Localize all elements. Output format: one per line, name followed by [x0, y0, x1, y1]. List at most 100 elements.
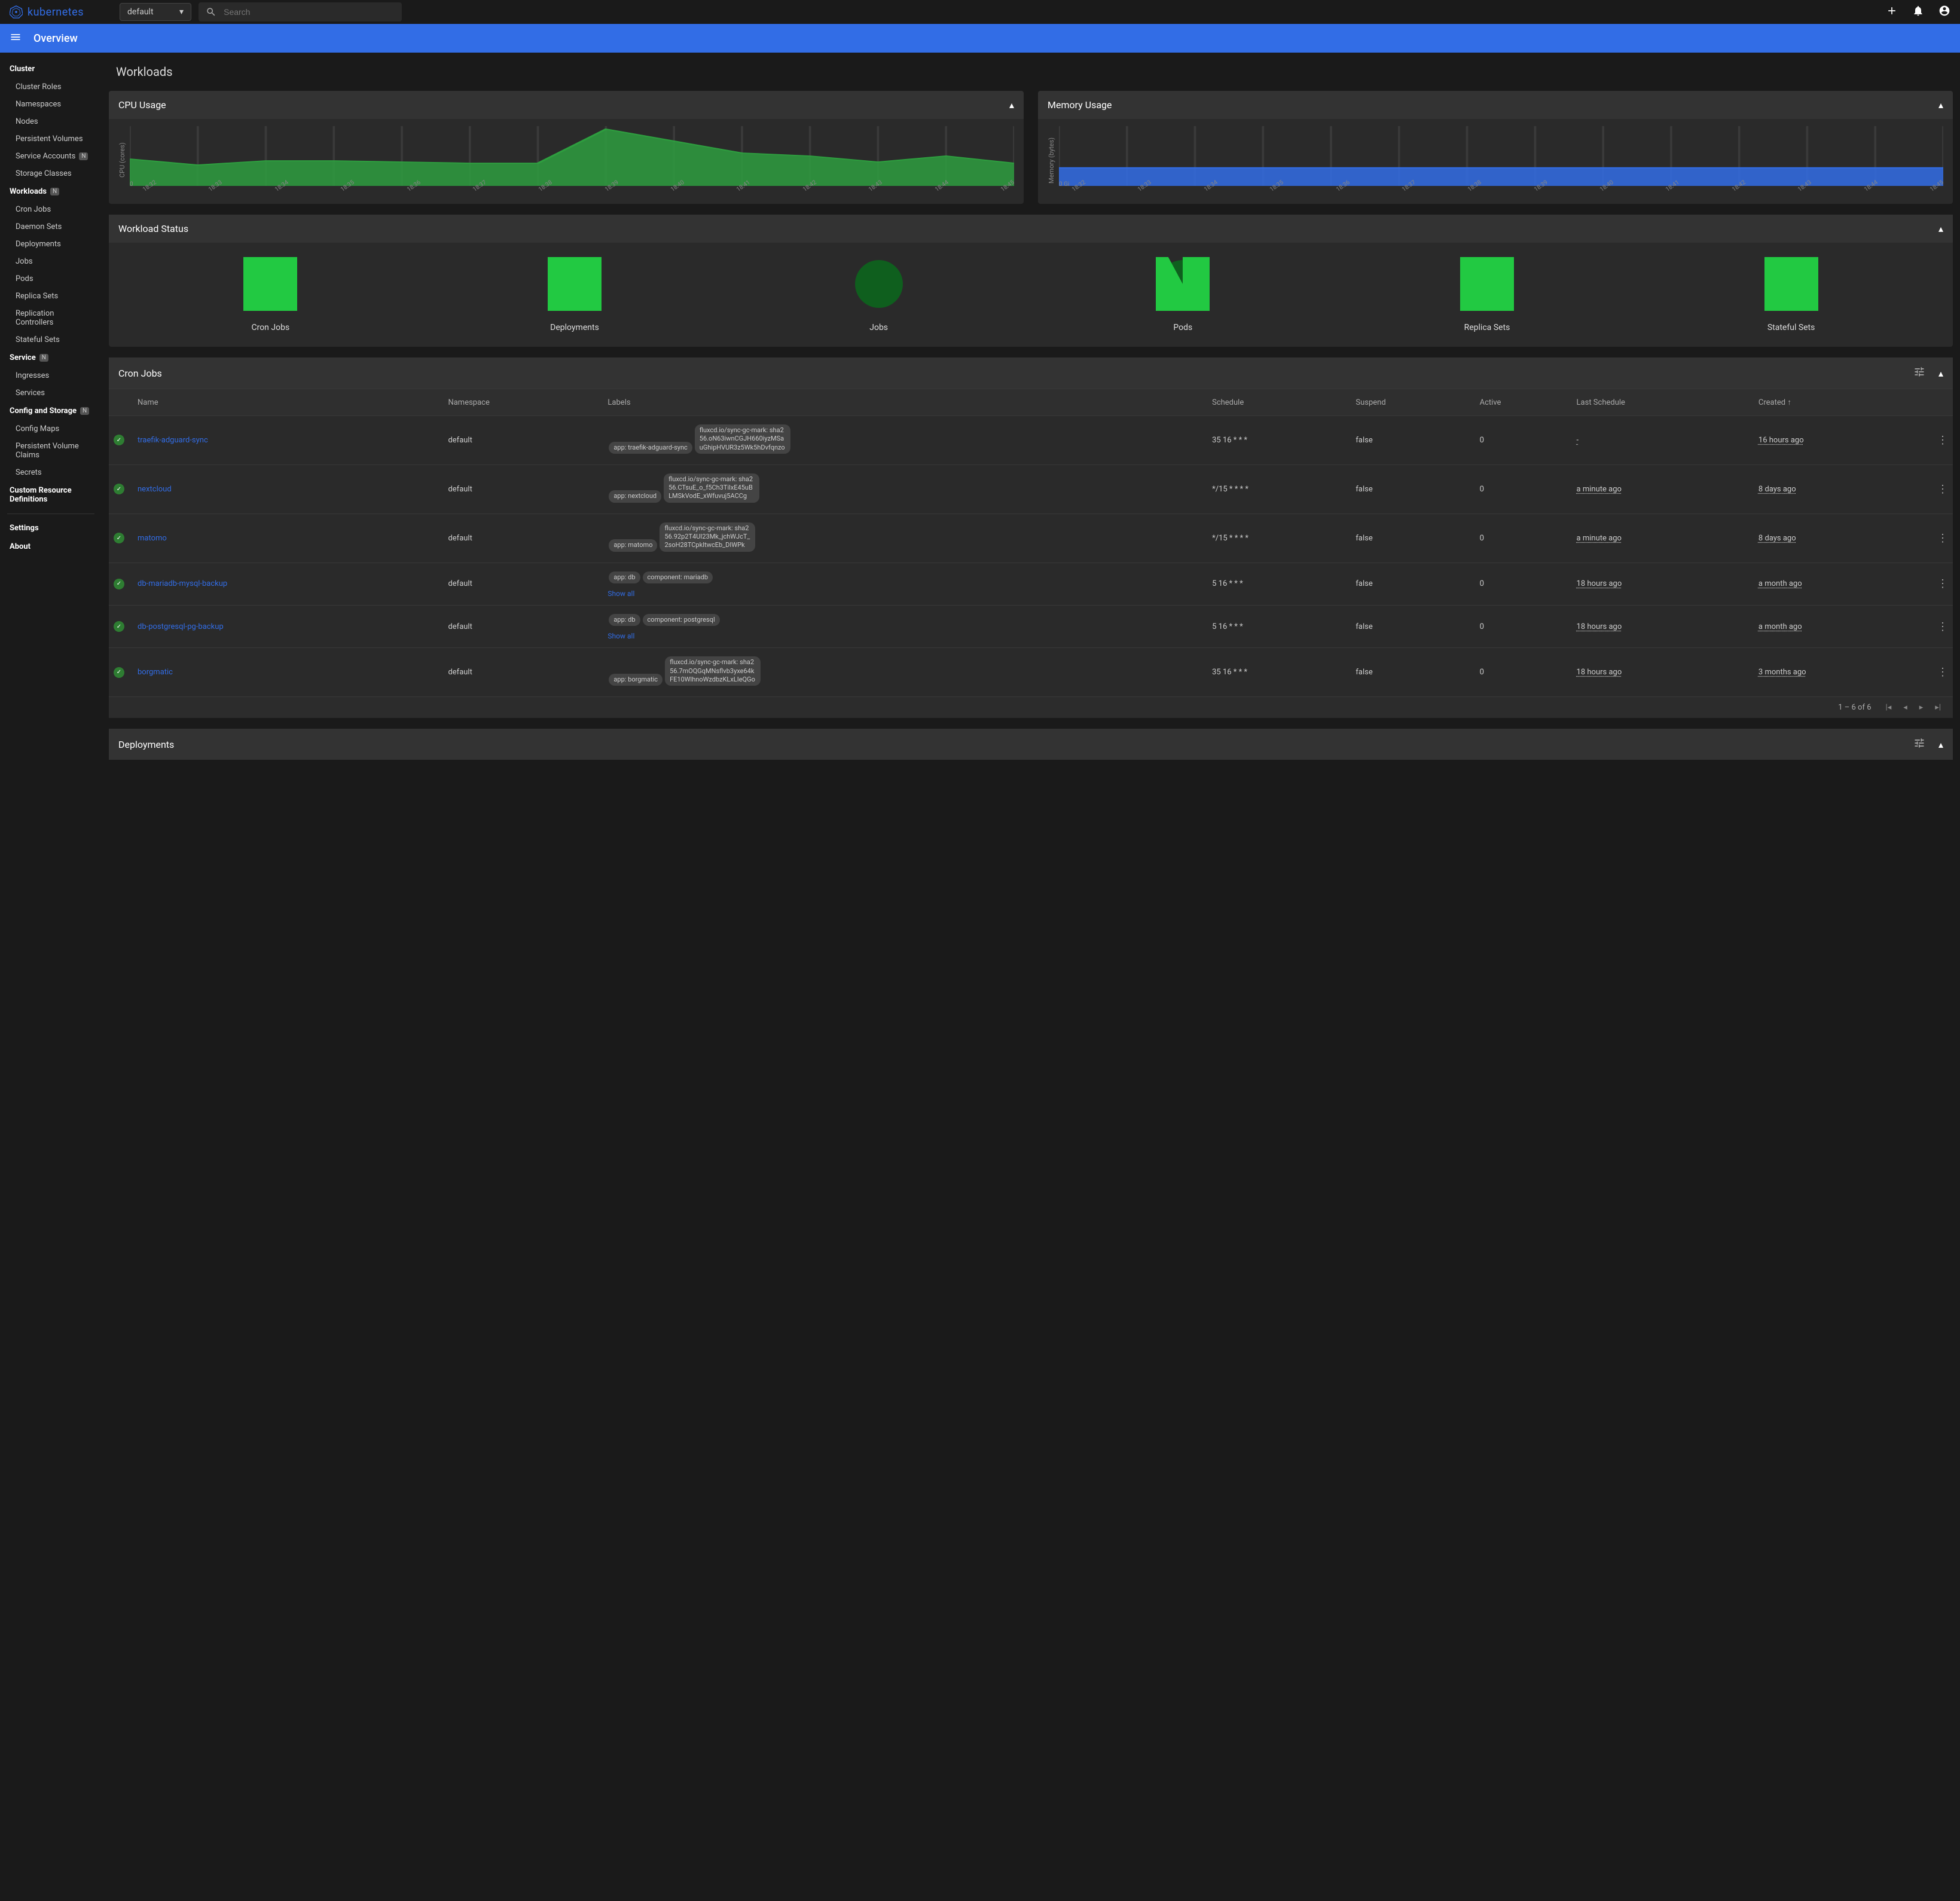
label-chip: app: db — [609, 571, 640, 583]
cronjob-name-link[interactable]: matomo — [138, 534, 167, 543]
table-header[interactable]: Last Schedule — [1572, 389, 1754, 416]
page-first-icon[interactable]: |◂ — [1886, 703, 1892, 712]
topbar-actions — [1886, 5, 1950, 19]
sidebar-item[interactable]: Ingresses — [0, 367, 102, 384]
label-chip: app: db — [609, 614, 640, 626]
search-input[interactable] — [224, 7, 395, 17]
sidebar-item[interactable]: Config Maps — [0, 420, 102, 438]
cronjobs-card: Cron Jobs ▴ NameNamespaceLabelsScheduleS… — [109, 357, 1953, 718]
filter-icon[interactable] — [1913, 366, 1925, 380]
table-header[interactable]: Created ↑ — [1754, 389, 1932, 416]
collapse-icon[interactable]: ▴ — [1938, 368, 1943, 379]
cell-last-schedule[interactable]: 18 hours ago — [1577, 668, 1622, 677]
create-icon[interactable] — [1886, 5, 1898, 19]
sidebar-item[interactable]: Replica Sets — [0, 288, 102, 305]
workload-pie: Jobs — [852, 257, 906, 332]
sidebar-section[interactable]: Service N — [0, 349, 102, 367]
collapse-icon[interactable]: ▴ — [1938, 223, 1943, 234]
account-icon[interactable] — [1938, 5, 1950, 19]
table-row: db-postgresql-pg-backup default app: dbc… — [109, 605, 1953, 647]
label-chip: app: nextcloud — [609, 490, 661, 502]
notifications-icon[interactable] — [1912, 5, 1924, 19]
sidebar-item[interactable]: Secrets — [0, 464, 102, 481]
cell-last-schedule[interactable]: a minute ago — [1577, 534, 1622, 543]
filter-icon[interactable] — [1913, 737, 1925, 751]
cronjobs-title: Cron Jobs — [118, 368, 162, 379]
cell-created[interactable]: a month ago — [1758, 579, 1802, 588]
sidebar-item[interactable]: Jobs — [0, 253, 102, 270]
collapse-icon[interactable]: ▴ — [1009, 99, 1014, 111]
sidebar-item[interactable]: Service Accounts N — [0, 148, 102, 165]
cell-last-schedule[interactable]: a minute ago — [1577, 485, 1622, 494]
label-chip: fluxcd.io/sync-gc-mark: sha256.CTsuE_o_f… — [664, 473, 759, 503]
sidebar-item[interactable]: Persistent Volume Claims — [0, 438, 102, 464]
cell-suspend: false — [1351, 416, 1474, 465]
label-chip: component: postgresql — [643, 614, 720, 626]
namespace-value: default — [127, 7, 154, 17]
cell-last-schedule[interactable]: - — [1577, 436, 1579, 445]
namespace-selector[interactable]: default ▾ — [120, 3, 191, 21]
cronjob-name-link[interactable]: traefik-adguard-sync — [138, 436, 208, 445]
main-content: Workloads CPU Usage ▴ CPU (cores) 0 18:3… — [102, 53, 1960, 772]
brand-text: kubernetes — [28, 6, 84, 19]
sidebar-item[interactable]: Namespaces — [0, 96, 102, 113]
table-header[interactable]: Suspend — [1351, 389, 1474, 416]
menu-icon[interactable] — [10, 31, 22, 45]
show-all-link[interactable]: Show all — [607, 589, 1202, 598]
cell-suspend: false — [1351, 648, 1474, 696]
table-row: nextcloud default app: nextcloudfluxcd.i… — [109, 464, 1953, 514]
cell-last-schedule[interactable]: 18 hours ago — [1577, 622, 1622, 631]
sidebar-section[interactable]: Workloads N — [0, 182, 102, 201]
sidebar-item[interactable]: Cluster Roles — [0, 78, 102, 96]
cpu-usage-card: CPU Usage ▴ CPU (cores) 0 18:3218:3318:3… — [109, 91, 1024, 204]
cell-last-schedule[interactable]: 18 hours ago — [1577, 579, 1622, 588]
page-prev-icon[interactable]: ◂ — [1903, 703, 1907, 712]
sidebar-item[interactable]: Deployments — [0, 236, 102, 253]
sidebar-item[interactable]: Cron Jobs — [0, 201, 102, 218]
sidebar-item[interactable]: Services — [0, 384, 102, 402]
row-actions-icon[interactable]: ⋮ — [1937, 577, 1948, 590]
sidebar-item[interactable]: Stateful Sets — [0, 331, 102, 349]
collapse-icon[interactable]: ▴ — [1938, 99, 1943, 111]
cronjob-name-link[interactable]: db-mariadb-mysql-backup — [138, 579, 227, 588]
cell-created[interactable]: a month ago — [1758, 622, 1802, 631]
row-actions-icon[interactable]: ⋮ — [1937, 532, 1948, 545]
row-actions-icon[interactable]: ⋮ — [1937, 666, 1948, 679]
sidebar-item[interactable]: Storage Classes — [0, 165, 102, 182]
cronjob-name-link[interactable]: borgmatic — [138, 668, 173, 677]
table-row: matomo default app: matomofluxcd.io/sync… — [109, 514, 1953, 563]
sidebar-section[interactable]: Config and Storage N — [0, 402, 102, 420]
cell-namespace: default — [443, 605, 603, 647]
sidebar-item[interactable]: Replication Controllers — [0, 305, 102, 331]
workload-pie-label: Replica Sets — [1464, 323, 1510, 332]
cronjob-name-link[interactable]: nextcloud — [138, 485, 172, 494]
table-header[interactable]: Name — [133, 389, 443, 416]
table-header[interactable]: Schedule — [1207, 389, 1351, 416]
cell-created[interactable]: 8 days ago — [1758, 485, 1796, 494]
row-actions-icon[interactable]: ⋮ — [1937, 621, 1948, 633]
table-header[interactable]: Active — [1475, 389, 1572, 416]
row-actions-icon[interactable]: ⋮ — [1937, 434, 1948, 447]
cell-schedule: */15 * * * * — [1207, 464, 1351, 514]
table-header[interactable]: Labels — [603, 389, 1207, 416]
page-last-icon[interactable]: ▸| — [1935, 703, 1941, 712]
cell-created[interactable]: 16 hours ago — [1758, 436, 1804, 445]
cronjob-name-link[interactable]: db-postgresql-pg-backup — [138, 622, 224, 631]
sidebar-item[interactable]: Nodes — [0, 113, 102, 130]
cell-suspend: false — [1351, 514, 1474, 563]
page-next-icon[interactable]: ▸ — [1919, 703, 1924, 712]
label-chip: component: mariadb — [643, 571, 713, 583]
sidebar-item[interactable]: Daemon Sets — [0, 218, 102, 236]
cell-created[interactable]: 8 days ago — [1758, 534, 1796, 543]
show-all-link[interactable]: Show all — [607, 632, 1202, 640]
sidebar-footer-item[interactable]: About — [0, 537, 102, 556]
cell-created[interactable]: 3 months ago — [1758, 668, 1806, 677]
table-header[interactable]: Namespace — [443, 389, 603, 416]
row-actions-icon[interactable]: ⋮ — [1937, 483, 1948, 496]
collapse-icon[interactable]: ▴ — [1938, 739, 1943, 750]
sidebar-item[interactable]: Pods — [0, 270, 102, 288]
sidebar-section[interactable]: Custom Resource Definitions — [0, 481, 102, 509]
sidebar-footer-item[interactable]: Settings — [0, 519, 102, 537]
sidebar-section[interactable]: Cluster — [0, 60, 102, 78]
sidebar-item[interactable]: Persistent Volumes — [0, 130, 102, 148]
